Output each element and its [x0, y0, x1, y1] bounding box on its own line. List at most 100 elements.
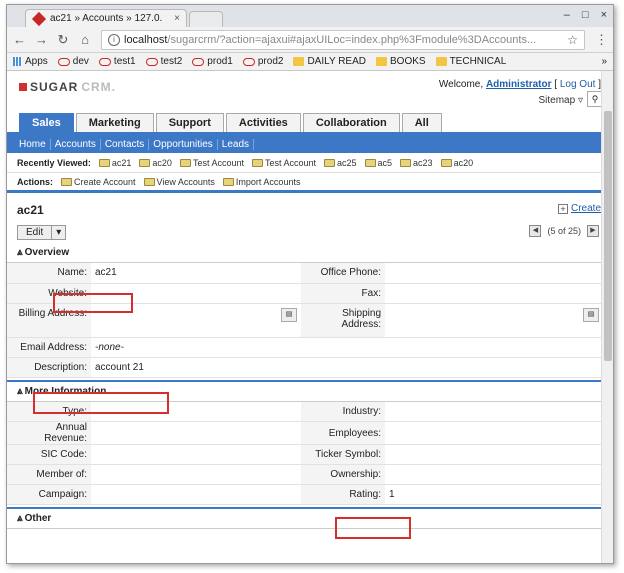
more-information-section-header[interactable]: ⩓ More Information: [7, 382, 613, 402]
info-icon[interactable]: i: [108, 33, 120, 46]
menu-icon[interactable]: ⋮: [595, 32, 608, 48]
bookmark-prod1[interactable]: prod1: [192, 56, 233, 67]
subtab-home[interactable]: Home: [15, 138, 51, 150]
website-value: [91, 283, 301, 304]
subtab-accounts[interactable]: Accounts: [51, 138, 101, 150]
create-account-action[interactable]: Create Account: [61, 177, 136, 187]
folder-icon: [435, 57, 447, 66]
bookmark-apps[interactable]: Apps: [13, 56, 48, 67]
previous-record-icon[interactable]: ◀: [529, 225, 542, 237]
recent-item[interactable]: Test Account: [179, 158, 244, 168]
home-icon[interactable]: ⌂: [79, 32, 91, 47]
recent-item[interactable]: Test Account: [251, 158, 316, 168]
section-title: Other: [24, 513, 52, 524]
recent-item-label: ac20: [152, 157, 172, 168]
view-accounts-action[interactable]: View Accounts: [143, 177, 215, 187]
fax-label: Fax:: [301, 283, 385, 304]
recent-item[interactable]: ac21: [98, 157, 132, 168]
back-icon[interactable]: ←: [13, 32, 26, 47]
bookmark-label: prod1: [207, 56, 233, 67]
recent-item-label: ac21: [111, 157, 132, 168]
tab-strip: ac21 » Accounts » 127.0. × – □ ×: [7, 5, 613, 27]
type-value: [91, 401, 301, 422]
shipping-address-label: Shipping Address:: [301, 303, 385, 338]
bookmark-test1[interactable]: test1: [98, 56, 136, 67]
forward-icon[interactable]: →: [35, 32, 48, 47]
campaign-label: Campaign:: [7, 484, 91, 505]
bookmark-prod2[interactable]: prod2: [242, 56, 283, 67]
type-label: Type:: [7, 401, 91, 422]
subtab-leads[interactable]: Leads: [218, 138, 255, 150]
scrollbar-thumb[interactable]: [604, 111, 612, 361]
bookmark-test2[interactable]: test2: [145, 56, 182, 67]
chevron-down-icon[interactable]: ▾: [51, 226, 65, 239]
sic-code-label: SIC Code:: [7, 444, 91, 465]
recent-item-label: ac25: [337, 157, 357, 168]
create-label: Create: [570, 203, 601, 214]
name-value: ac21: [91, 263, 301, 284]
close-window-icon[interactable]: ×: [601, 9, 607, 21]
bookmark-dev[interactable]: dev: [57, 56, 89, 67]
url-host: localhost: [124, 33, 168, 46]
tab-activities[interactable]: Activities: [225, 113, 301, 132]
url-field[interactable]: i localhost /sugarcrm/?action=ajaxui#aja…: [101, 29, 585, 50]
industry-label: Industry:: [301, 401, 385, 422]
billing-address-value: ▤: [91, 303, 301, 338]
recent-item[interactable]: ac25: [324, 158, 357, 168]
recent-item[interactable]: ac20: [440, 158, 473, 168]
more-bookmarks-icon[interactable]: »: [601, 56, 607, 67]
bookmark-daily-read[interactable]: DAILY READ: [293, 56, 366, 67]
bookmark-technical[interactable]: TECHNICAL: [435, 56, 506, 67]
logout-link[interactable]: Log Out: [560, 79, 596, 90]
campaign-value: [91, 484, 301, 505]
new-tab-button[interactable]: [189, 11, 223, 27]
recent-item[interactable]: ac5: [364, 158, 392, 168]
page-scrollbar[interactable]: [601, 71, 613, 563]
bookmark-label: dev: [72, 56, 89, 67]
browser-tab[interactable]: ac21 » Accounts » 127.0. ×: [25, 9, 187, 27]
annual-revenue-value: [91, 421, 301, 445]
module-tabs: Sales Marketing Support Activities Colla…: [7, 113, 613, 135]
tab-sales[interactable]: Sales: [19, 113, 74, 132]
logo-text-crm: CRM.: [81, 80, 117, 94]
bookmark-star-icon[interactable]: ☆: [567, 33, 578, 47]
oracle-icon: [57, 57, 70, 66]
import-accounts-action[interactable]: Import Accounts: [222, 176, 301, 187]
maximize-icon[interactable]: □: [582, 9, 589, 21]
record-header: ac21 + Create: [7, 199, 613, 223]
copy-icon[interactable]: ▤: [281, 307, 297, 322]
ticker-symbol-value: [385, 444, 613, 465]
edit-button[interactable]: Edit ▾: [17, 225, 67, 240]
overview-section-header[interactable]: ⩓ Overview: [7, 243, 613, 263]
collapse-icon: ⩓: [17, 385, 23, 397]
recent-item[interactable]: ac20: [139, 158, 172, 168]
minimize-icon[interactable]: –: [564, 9, 570, 21]
welcome-bar: Welcome, Administrator [ Log Out ]: [438, 79, 601, 90]
copy-icon[interactable]: ▤: [583, 307, 599, 322]
next-record-icon[interactable]: ▶: [587, 225, 599, 237]
industry-value: [385, 401, 613, 422]
subtab-contacts[interactable]: Contacts: [101, 138, 150, 150]
recent-item[interactable]: ac23: [400, 158, 433, 168]
create-link[interactable]: + Create: [557, 203, 601, 214]
user-link[interactable]: Administrator: [486, 79, 552, 90]
recently-viewed-bar: Recently Viewed: ac21 ac20 Test Account …: [7, 153, 613, 173]
tab-all[interactable]: All: [401, 113, 442, 132]
subtab-opportunities[interactable]: Opportunities: [149, 138, 218, 150]
pagination: ◀ (5 of 25) ▶: [529, 225, 599, 237]
bookmark-label: BOOKS: [390, 56, 426, 67]
reload-icon[interactable]: ↻: [57, 32, 69, 48]
logo-cube-icon: [19, 83, 27, 91]
other-section-header[interactable]: ⩓ Other: [7, 509, 613, 529]
tab-marketing[interactable]: Marketing: [75, 113, 154, 132]
sic-code-value: [91, 444, 301, 465]
tab-collaboration[interactable]: Collaboration: [302, 113, 400, 132]
annual-revenue-label: Annual Revenue:: [7, 421, 91, 445]
tab-support[interactable]: Support: [155, 113, 224, 132]
action-label: Import Accounts: [235, 176, 301, 187]
sitemap-dropdown[interactable]: Sitemap ▿: [539, 95, 584, 106]
close-tab-icon[interactable]: ×: [174, 13, 180, 24]
collapse-icon: ⩓: [17, 513, 23, 524]
bookmark-books[interactable]: BOOKS: [376, 56, 426, 67]
sugarcrm-logo[interactable]: SUGAR CRM.: [19, 80, 116, 94]
